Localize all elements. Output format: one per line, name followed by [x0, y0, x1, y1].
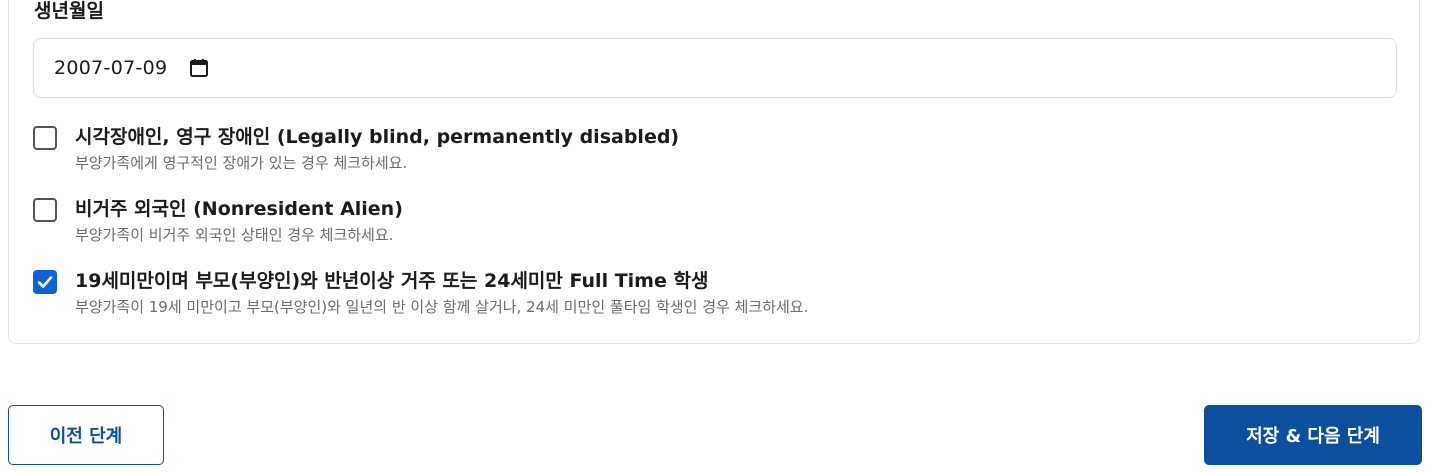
option-title: 19세미만이며 부모(부양인)와 반년이상 거주 또는 24세미만 Full T… [75, 270, 709, 292]
previous-step-button[interactable]: 이전 단계 [8, 405, 164, 465]
checkbox-legally-blind[interactable] [33, 126, 57, 150]
birthdate-input[interactable]: 2007-07-09 [33, 38, 1397, 98]
checkbox-qualifying-child[interactable] [33, 270, 57, 294]
option-title: 비거주 외국인 (Nonresident Alien) [75, 198, 403, 220]
birthdate-value: 2007-07-09 [54, 57, 168, 79]
checkbox-nonresident-alien[interactable] [33, 198, 57, 222]
option-title: 시각장애인, 영구 장애인 (Legally blind, permanentl… [75, 126, 680, 148]
checkmark-icon [37, 276, 53, 288]
birthdate-label: 생년월일 [34, 0, 104, 22]
option-description: 부양가족이 19세 미만이고 부모(부양인)와 일년의 반 이상 함께 살거나,… [75, 298, 809, 316]
option-description: 부양가족에게 영구적인 장애가 있는 경우 체크하세요. [75, 154, 408, 172]
calendar-icon[interactable] [189, 58, 209, 78]
save-and-next-button[interactable]: 저장 & 다음 단계 [1204, 405, 1422, 465]
option-description: 부양가족이 비거주 외국인 상태인 경우 체크하세요. [75, 226, 394, 244]
